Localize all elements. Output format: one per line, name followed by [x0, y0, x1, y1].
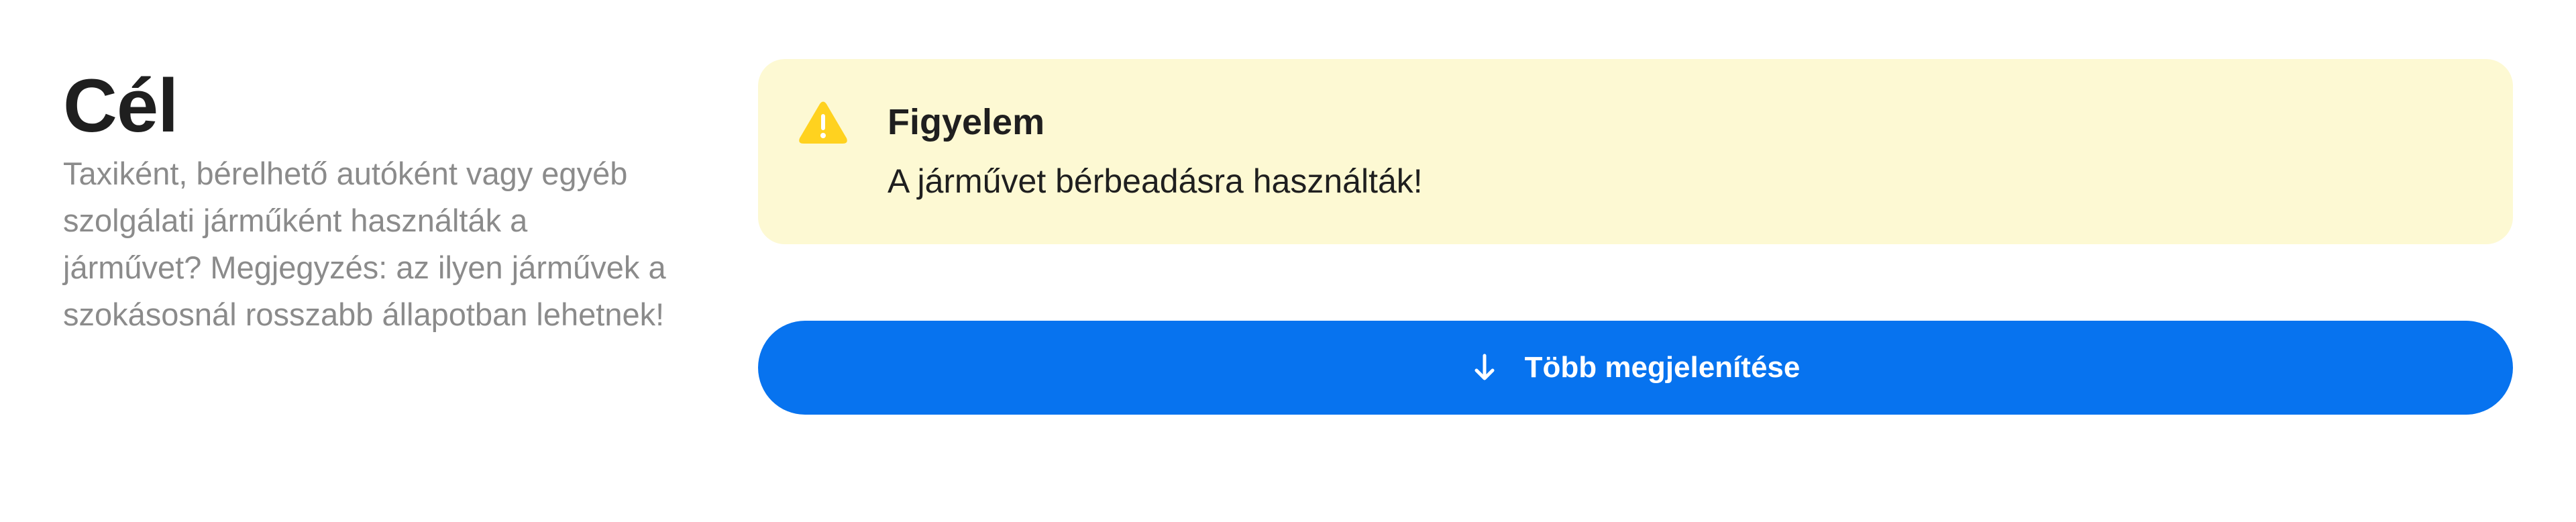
alert-message: A járművet bérbeadásra használták!: [888, 162, 1423, 200]
show-more-label: Több megjelenítése: [1524, 351, 1801, 384]
show-more-button[interactable]: Több megjelenítése: [758, 321, 2513, 415]
warning-alert: Figyelem A járművet bérbeadásra használt…: [758, 59, 2513, 244]
warning-icon: [798, 101, 848, 145]
arrow-down-icon: [1471, 352, 1498, 384]
section-description: Taxiként, bérelhető autóként vagy egyéb …: [63, 156, 666, 332]
alert-title: Figyelem: [888, 102, 1045, 142]
section-title: Cél: [63, 64, 178, 148]
section-intro: Cél Taxiként, bérelhető autóként vagy eg…: [63, 64, 667, 333]
